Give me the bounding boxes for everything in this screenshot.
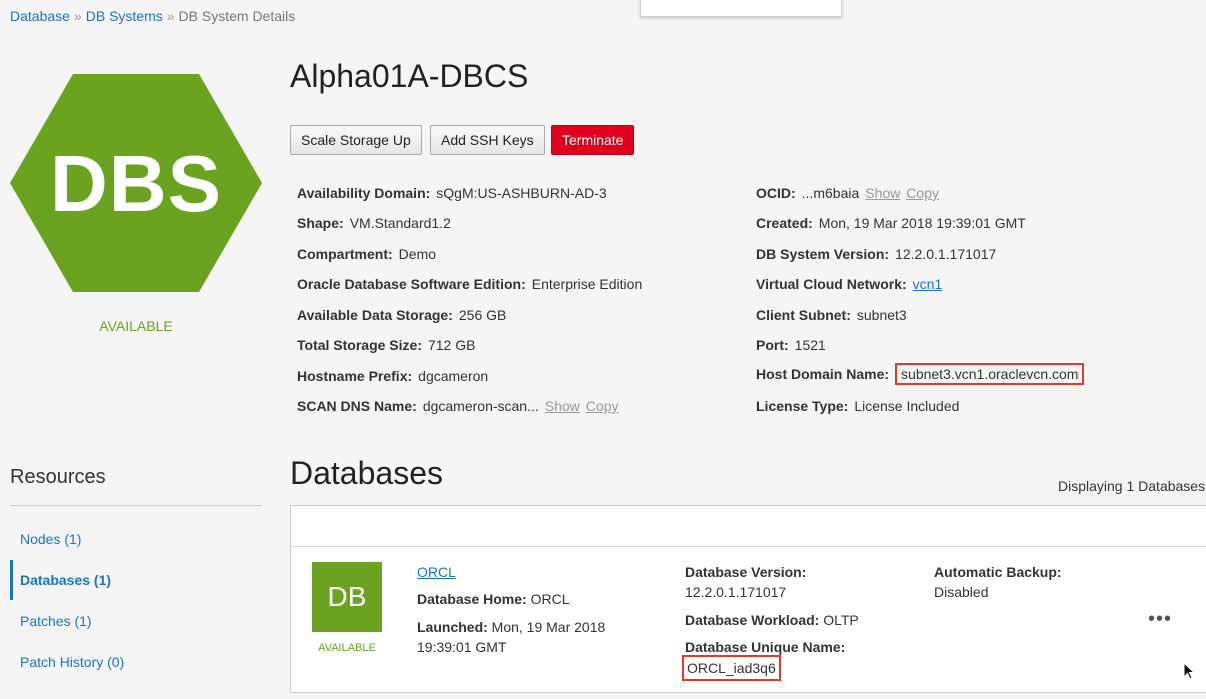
field-value: Mon, 19 Mar 2018 [491, 619, 606, 635]
detail-value: 712 GB [427, 337, 476, 353]
detail-key: Client Subnet: [756, 307, 851, 323]
resource-databases-link[interactable]: Databases (1) [10, 560, 262, 600]
system-status: AVAILABLE [99, 318, 173, 334]
detail-compartment: Compartment: Demo [297, 246, 436, 262]
scan-dns-copy-link[interactable]: Copy [586, 398, 619, 414]
detail-value: dgcameron [418, 368, 489, 384]
detail-key: SCAN DNS Name: [297, 398, 417, 414]
detail-created: Created: Mon, 19 Mar 2018 19:39:01 GMT [756, 215, 1026, 231]
detail-vcn: Virtual Cloud Network: vcn1 [756, 276, 942, 292]
field-key: Database Home: [417, 591, 527, 607]
detail-key: Created: [756, 215, 813, 231]
detail-total-storage: Total Storage Size: 712 GB [297, 337, 475, 353]
detail-value: 12.2.0.1.171017 [895, 246, 997, 262]
detail-shape: Shape: VM.Standard1.2 [297, 215, 451, 231]
detail-key: Availability Domain: [297, 185, 431, 201]
detail-ocid: OCID: ...m6baia Show Copy [756, 185, 939, 201]
detail-key: Compartment: [297, 246, 393, 262]
detail-value: subnet3 [856, 307, 907, 323]
resources-title: Resources [10, 466, 106, 488]
resource-patches-link[interactable]: Patches (1) [10, 601, 262, 641]
detail-availability-domain: Availability Domain: sQgM:US-ASHBURN-AD-3 [297, 185, 607, 201]
detail-license-type: License Type: License Included [756, 398, 959, 414]
hexagon-label: DBS [50, 139, 222, 228]
resource-patch-history-link[interactable]: Patch History (0) [10, 642, 262, 682]
database-workload: Database Workload: OLTP [685, 610, 859, 630]
detail-value: dgcameron-scan... [422, 398, 539, 414]
resource-nodes-link[interactable]: Nodes (1) [10, 519, 262, 559]
detail-value: sQgM:US-ASHBURN-AD-3 [436, 185, 607, 201]
database-name-link[interactable]: ORCL [417, 562, 456, 582]
detail-key: Hostname Prefix: [297, 368, 413, 384]
host-domain-value: subnet3.vcn1.oraclevcn.com [895, 363, 1085, 385]
databases-count: Displaying 1 Databases [1058, 478, 1206, 494]
detail-key: Shape: [297, 215, 344, 231]
detail-db-system-version: DB System Version: 12.2.0.1.171017 [756, 246, 996, 262]
database-status: AVAILABLE [318, 642, 376, 654]
database-home: Database Home: ORCL [417, 589, 570, 609]
field-value: ORCL [530, 591, 570, 607]
detail-value: License Included [854, 398, 960, 414]
field-value: 12.2.0.1.171017 [685, 584, 787, 600]
detail-available-storage: Available Data Storage: 256 GB [297, 307, 506, 323]
databases-table-header [291, 506, 1206, 547]
breadcrumb-db-systems-link[interactable]: DB Systems [86, 8, 163, 24]
breadcrumb-database-link[interactable]: Database [10, 8, 70, 24]
field-key: Database Workload: [685, 612, 820, 628]
database-launched: Launched: Mon, 19 Mar 2018 19:39:01 GMT [417, 617, 657, 657]
detail-key: Oracle Database Software Edition: [297, 276, 526, 292]
field-key: Launched: [417, 619, 488, 635]
page-title: Alpha01A-DBCS [290, 58, 529, 94]
detail-value: 1521 [794, 337, 826, 353]
detail-value: 256 GB [458, 307, 507, 323]
database-unique-name-label: Database Unique Name: [685, 637, 845, 657]
detail-host-domain: Host Domain Name: subnet3.vcn1.oraclevcn.… [756, 363, 1085, 385]
database-unique-name-value: ORCL_iad3q6 [682, 655, 781, 681]
field-key: Database Version: [685, 564, 807, 580]
detail-key: Virtual Cloud Network: [756, 276, 907, 292]
scale-storage-up-button[interactable]: Scale Storage Up [290, 125, 422, 155]
scan-dns-show-link[interactable]: Show [545, 398, 580, 414]
detail-client-subnet: Client Subnet: subnet3 [756, 307, 907, 323]
detail-value: ...m6baia [801, 185, 860, 201]
dropdown-popup [640, 0, 842, 17]
databases-heading: Databases [290, 455, 443, 491]
detail-key: DB System Version: [756, 246, 890, 262]
detail-key: Port: [756, 337, 789, 353]
field-key: Automatic Backup: [934, 564, 1062, 580]
automatic-backup: Automatic Backup: Disabled [934, 562, 1062, 602]
field-value: OLTP [823, 612, 859, 628]
ocid-copy-link[interactable]: Copy [906, 185, 939, 201]
detail-key: Total Storage Size: [297, 337, 422, 353]
detail-key: Host Domain Name: [756, 366, 890, 382]
breadcrumb: Database» DB Systems» DB System Details [10, 8, 295, 24]
terminate-button[interactable]: Terminate [551, 125, 635, 155]
field-value: 19:39:01 GMT [417, 639, 507, 655]
field-key: Database Unique Name: [685, 639, 846, 655]
resources-divider [10, 505, 262, 506]
more-actions-icon[interactable]: ••• [1148, 608, 1172, 631]
detail-scan-dns: SCAN DNS Name: dgcameron-scan... Show Copy [297, 398, 618, 414]
detail-value: Demo [398, 246, 437, 262]
detail-key: OCID: [756, 185, 796, 201]
breadcrumb-separator: » [73, 8, 82, 24]
database-icon: DB [312, 562, 382, 632]
detail-value: Enterprise Edition [531, 276, 643, 292]
vcn-link[interactable]: vcn1 [913, 276, 943, 292]
detail-port: Port: 1521 [756, 337, 826, 353]
detail-hostname-prefix: Hostname Prefix: dgcameron [297, 368, 488, 384]
detail-value: Mon, 19 Mar 2018 19:39:01 GMT [818, 215, 1026, 231]
breadcrumb-separator: » [166, 8, 175, 24]
database-version: Database Version: 12.2.0.1.171017 [685, 562, 806, 602]
detail-software-edition: Oracle Database Software Edition: Enterpr… [297, 276, 642, 292]
add-ssh-keys-button[interactable]: Add SSH Keys [430, 125, 545, 155]
ocid-show-link[interactable]: Show [865, 185, 900, 201]
mouse-cursor-icon [1183, 662, 1196, 680]
detail-value: VM.Standard1.2 [349, 215, 451, 231]
detail-key: License Type: [756, 398, 849, 414]
breadcrumb-current: DB System Details [178, 8, 296, 24]
detail-key: Available Data Storage: [297, 307, 453, 323]
db-system-hexagon-icon: DBS [10, 74, 262, 292]
field-value: Disabled [934, 584, 989, 600]
